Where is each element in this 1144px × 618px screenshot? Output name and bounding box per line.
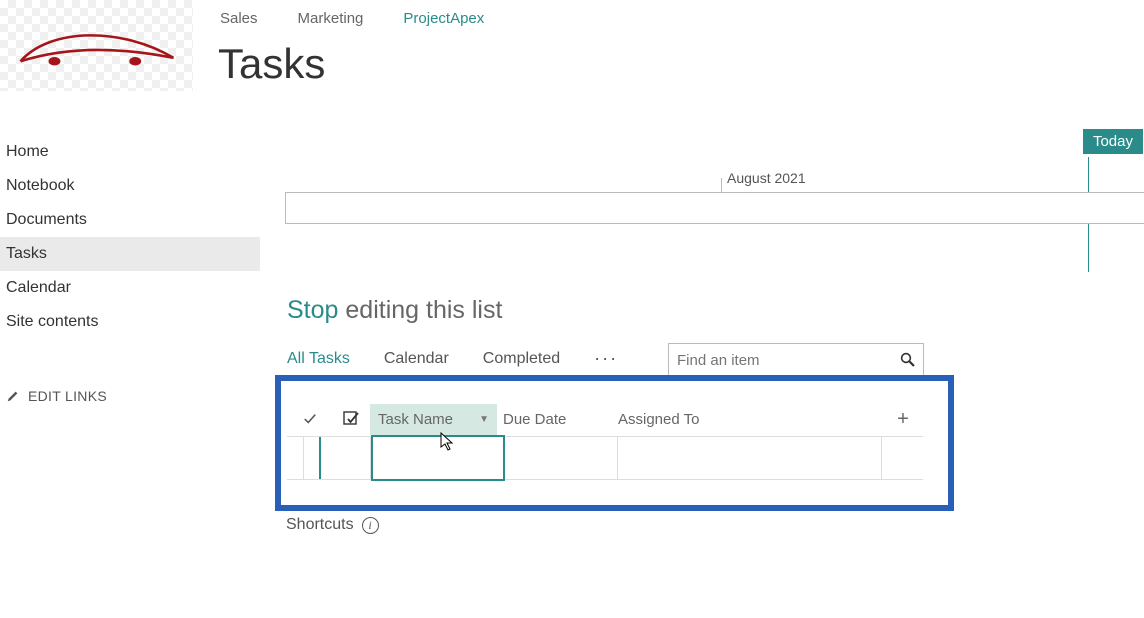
row-handle-cell[interactable] <box>287 437 304 479</box>
add-cell[interactable] <box>882 437 922 479</box>
assigned-to-cell[interactable] <box>618 437 882 479</box>
nav-marketing[interactable]: Marketing <box>298 10 364 27</box>
due-date-cell[interactable] <box>505 437 618 479</box>
sidebar-item-tasks[interactable]: Tasks <box>0 237 260 271</box>
edit-links[interactable]: EDIT LINKS <box>6 388 107 404</box>
timeline-month-label: August 2021 <box>727 170 806 186</box>
sidebar-item-documents[interactable]: Documents <box>0 203 260 237</box>
indent-cell[interactable] <box>304 437 321 479</box>
tab-calendar[interactable]: Calendar <box>384 350 449 368</box>
pencil-icon <box>6 389 20 403</box>
stop-editing-bar: Stop editing this list <box>287 296 502 325</box>
info-icon[interactable]: i <box>362 517 379 534</box>
sidebar-item-site-contents[interactable]: Site contents <box>0 305 260 339</box>
today-badge: Today <box>1083 129 1143 154</box>
task-name-column-header[interactable]: Task Name ▼ <box>370 404 497 435</box>
stop-link[interactable]: Stop <box>287 296 338 324</box>
page-title: Tasks <box>218 40 325 88</box>
task-name-cell[interactable] <box>371 435 505 481</box>
due-date-column-header[interactable]: Due Date <box>497 411 612 428</box>
nav-sales[interactable]: Sales <box>220 10 258 27</box>
task-grid: Task Name ▼ Due Date Assigned To + <box>287 402 923 480</box>
side-nav: Home Notebook Documents Tasks Calendar S… <box>0 135 260 339</box>
assigned-to-column-header[interactable]: Assigned To <box>612 411 872 428</box>
tab-completed[interactable]: Completed <box>483 350 560 368</box>
grid-header-row: Task Name ▼ Due Date Assigned To + <box>287 402 923 436</box>
editing-text: editing this list <box>338 296 502 324</box>
tab-more[interactable]: ··· <box>594 348 618 369</box>
shortcuts-label: Shortcuts <box>286 516 354 534</box>
view-tabs: All Tasks Calendar Completed ··· <box>287 348 618 369</box>
select-cell[interactable] <box>321 437 371 479</box>
task-name-header-label: Task Name <box>378 411 453 428</box>
checkmark-icon <box>303 412 317 426</box>
tab-all-tasks[interactable]: All Tasks <box>287 350 350 368</box>
shortcuts-row[interactable]: Shortcuts i <box>286 516 379 534</box>
timeline-bar[interactable] <box>285 192 1144 224</box>
top-nav: Sales Marketing ProjectApex <box>220 10 484 27</box>
nav-projectapex[interactable]: ProjectApex <box>403 10 484 27</box>
edit-links-label: EDIT LINKS <box>28 388 107 404</box>
search-icon[interactable] <box>893 352 923 368</box>
chevron-down-icon: ▼ <box>479 414 489 425</box>
search-box[interactable] <box>668 343 924 377</box>
select-column-header[interactable] <box>332 410 370 428</box>
site-logo[interactable] <box>0 0 193 91</box>
timeline-tick <box>721 178 722 192</box>
completed-column-header[interactable] <box>287 412 332 426</box>
sidebar-item-notebook[interactable]: Notebook <box>0 169 260 203</box>
grid-new-row[interactable] <box>287 436 923 480</box>
sidebar-item-calendar[interactable]: Calendar <box>0 271 260 305</box>
sidebar-item-home[interactable]: Home <box>0 135 260 169</box>
add-column-button[interactable]: + <box>881 408 925 431</box>
search-input[interactable] <box>669 352 893 369</box>
select-all-icon <box>342 410 360 428</box>
